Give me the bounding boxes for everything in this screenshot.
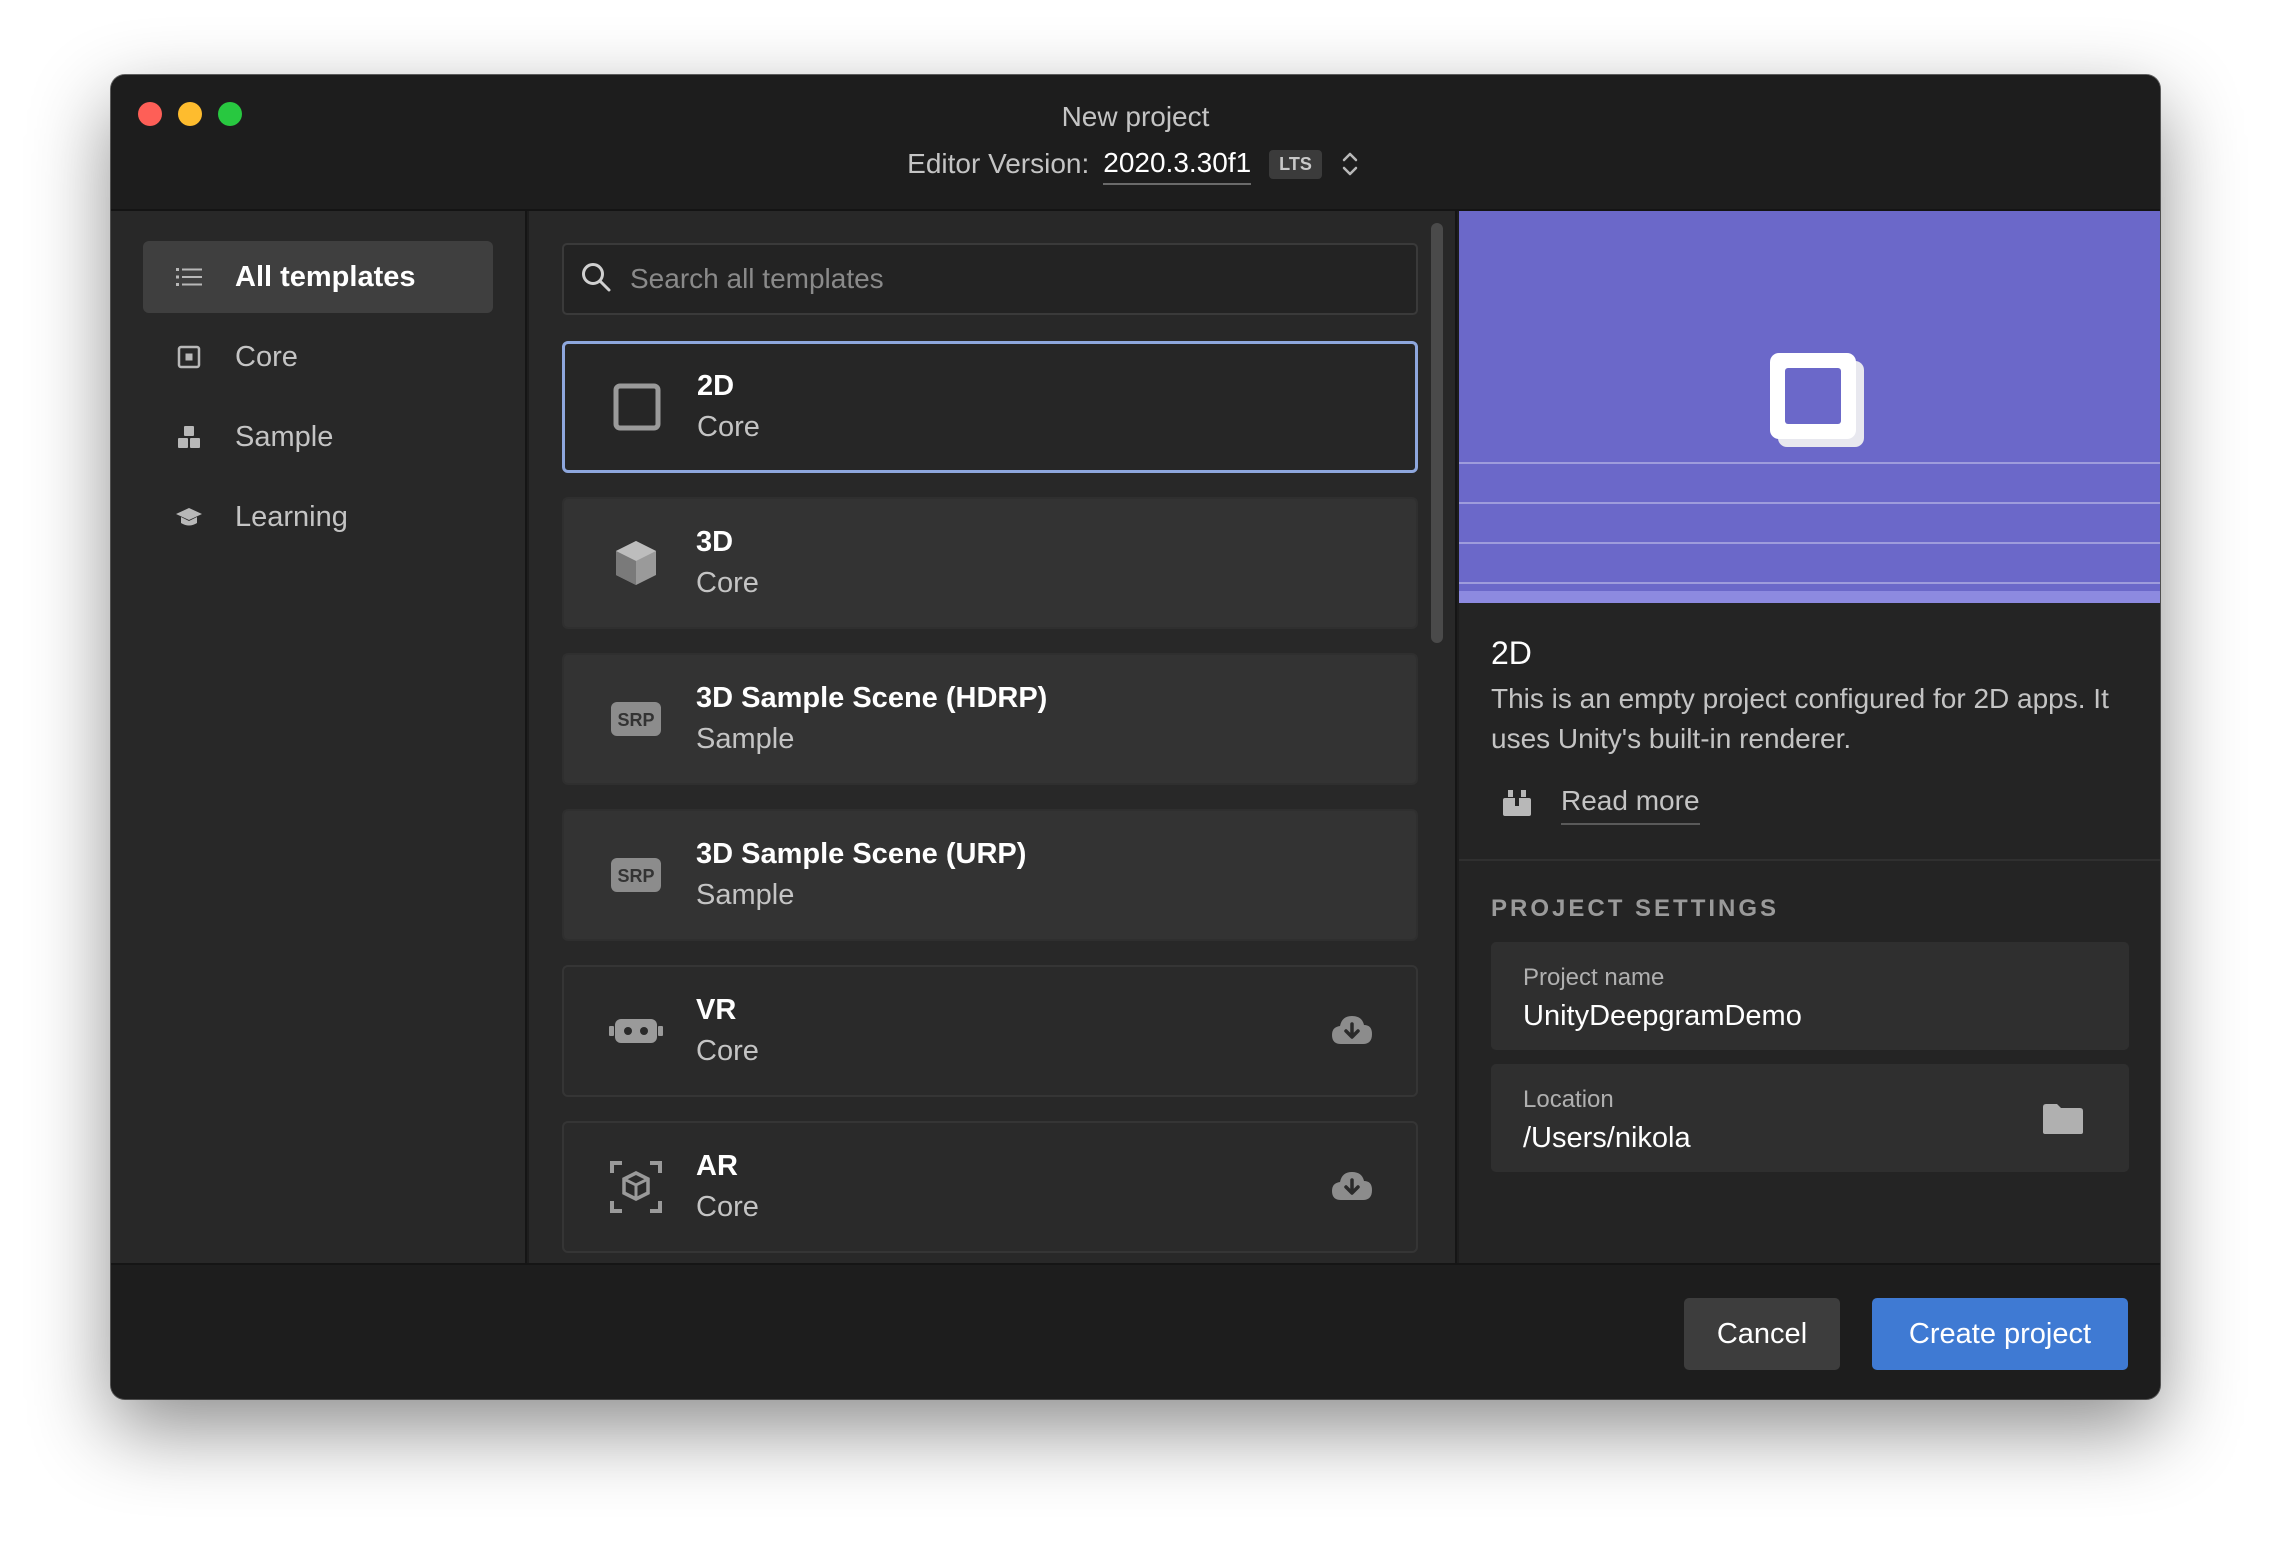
template-list: 2D Core 3D Core SRP 3D Sample Scene (HDR… [562,341,1418,1263]
location-input[interactable]: /Users/nikola [1523,1122,2097,1155]
sidebar-item-label: All templates [235,260,416,293]
book-icon [1503,789,1531,821]
template-list-panel: 2D Core 3D Core SRP 3D Sample Scene ( [529,211,1457,1263]
sidebar-item-label: Sample [235,420,334,453]
version-stepper-icon[interactable] [1336,147,1364,181]
svg-text:SRP: SRP [617,710,654,730]
template-name: 3D [696,526,734,558]
title-bar: New project Editor Version: 2020.3.30f1 … [111,75,2160,211]
cancel-button[interactable]: Cancel [1684,1298,1840,1370]
project-name-input[interactable]: UnityDeepgramDemo [1523,1000,2097,1033]
project-name-label: Project name [1523,964,1665,991]
sample-icon [173,421,205,453]
location-field[interactable]: Location /Users/nikola [1491,1064,2129,1172]
template-card-3d-sample-hdrp[interactable]: SRP 3D Sample Scene (HDRP) Sample [562,653,1418,785]
lts-badge: LTS [1269,149,1322,179]
template-category: Core [696,1035,759,1067]
read-more-label: Read more [1561,785,1700,825]
editor-version-select[interactable]: 2020.3.30f1 [1103,147,1252,185]
template-card-3d-sample-urp[interactable]: SRP 3D Sample Scene (URP) Sample [562,809,1418,941]
folder-icon[interactable] [2041,1102,2085,1136]
vr-headset-icon [606,1001,666,1061]
srp-icon: SRP [606,845,666,905]
template-category-sidebar: All templates Core Sample Learning [111,211,527,1263]
template-name: 2D [697,370,735,402]
template-list-scrollbar[interactable] [1431,223,1443,643]
create-project-button[interactable]: Create project [1872,1298,2128,1370]
search-icon [580,261,612,298]
template-category: Core [697,411,760,443]
editor-version-row: Editor Version: 2020.3.30f1 LTS [111,143,2160,185]
graduation-cap-icon [173,501,205,533]
template-title: 2D [1491,635,1532,671]
template-category: Core [696,1191,759,1223]
template-category: Sample [696,879,795,911]
template-card-ar[interactable]: AR Core [562,1121,1418,1253]
sidebar-item-label: Core [235,340,298,373]
section-divider [1459,859,2160,861]
dialog-footer: Cancel Create project [111,1263,2160,1399]
template-name: VR [696,994,737,1026]
sidebar-item-sample[interactable]: Sample [143,401,493,473]
template-details-panel: 2D This is an empty project configured f… [1459,211,2160,1263]
project-settings-heading: PROJECT SETTINGS [1491,895,1780,922]
read-more-link[interactable]: Read more [1503,785,1700,825]
window-title: New project [1061,101,1210,132]
template-name: 3D Sample Scene (HDRP) [696,682,1048,714]
cloud-download-icon[interactable] [1330,1169,1374,1205]
core-icon [173,341,205,373]
template-category: Sample [696,723,795,755]
svg-text:SRP: SRP [617,866,654,886]
sidebar-item-core[interactable]: Core [143,321,493,393]
list-icon [173,261,205,293]
template-name: 3D Sample Scene (URP) [696,838,1027,870]
cloud-download-icon[interactable] [1330,1013,1374,1049]
editor-version-label: Editor Version: [907,148,1090,179]
template-card-2d[interactable]: 2D Core [562,341,1418,473]
square-2d-icon [607,377,667,437]
template-card-3d[interactable]: 3D Core [562,497,1418,629]
template-description: This is an empty project configured for … [1491,683,2109,754]
sidebar-item-learning[interactable]: Learning [143,481,493,553]
location-label: Location [1523,1086,1614,1113]
ar-cube-icon [606,1157,666,1217]
srp-icon: SRP [606,689,666,749]
new-project-window: New project Editor Version: 2020.3.30f1 … [111,75,2160,1399]
template-preview-image [1459,211,2160,603]
template-category: Core [696,567,759,599]
project-name-field[interactable]: Project name UnityDeepgramDemo [1491,942,2129,1050]
cube-icon [606,533,666,593]
sidebar-item-all-templates[interactable]: All templates [143,241,493,313]
sidebar-item-label: Learning [235,500,348,533]
template-card-vr[interactable]: VR Core [562,965,1418,1097]
template-name: AR [696,1150,738,1182]
search-input[interactable] [630,263,1410,295]
search-box[interactable] [562,243,1418,315]
